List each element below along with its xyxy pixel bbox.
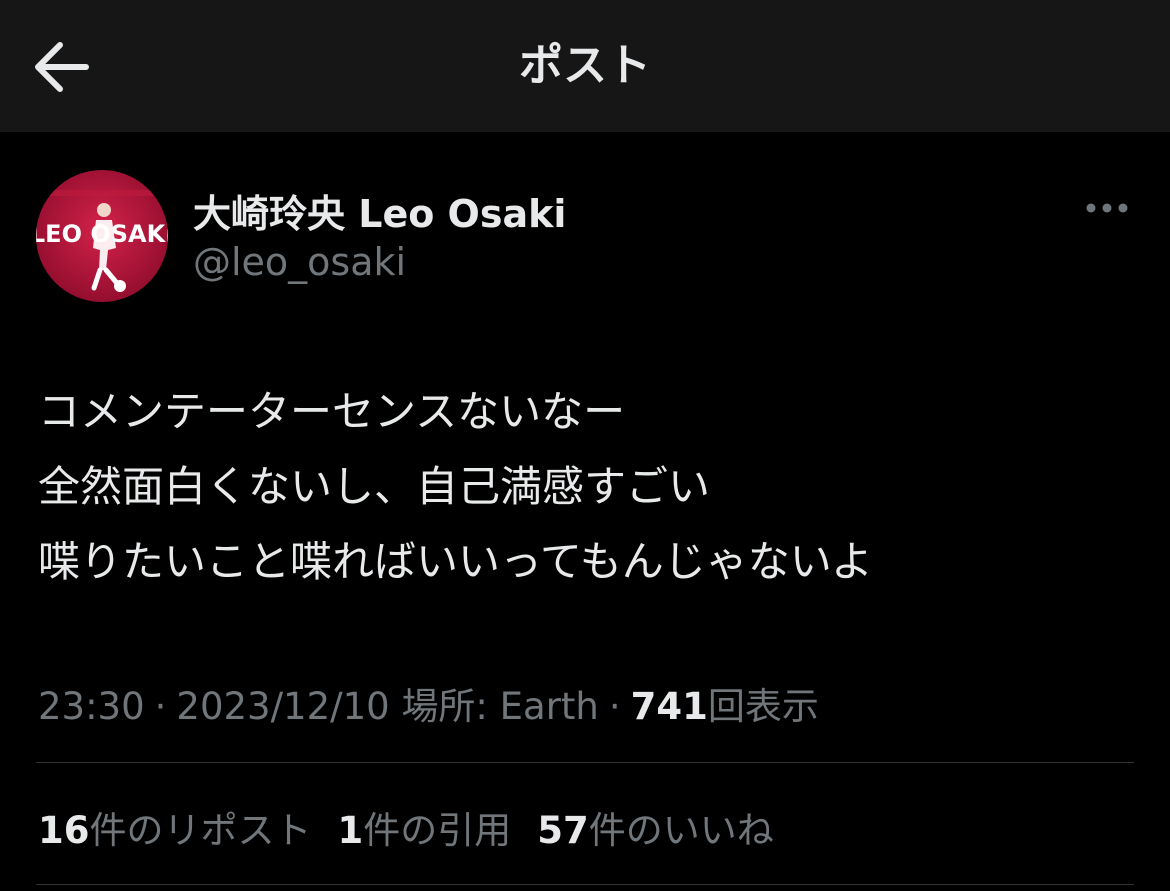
more-options-button[interactable] [1080,192,1136,224]
author-handle[interactable]: @leo_osaki [193,240,406,284]
post-text: コメンテーターセンスないなー 全然面白くないし、自己満感すごい 喋りたいこと喋れ… [38,374,1128,599]
quotes-stat[interactable]: 1件の引用 [338,800,512,854]
post-metadata: 23:30 · 2023/12/10 場所: Earth · 741回表示 [38,676,819,730]
more-horizontal-icon [1080,192,1136,224]
arrow-left-icon [30,38,92,96]
likes-count: 57 [537,809,589,852]
avatar-logo-text: LEO OSAKI [36,220,168,248]
views-count: 741 [630,685,708,728]
post-location[interactable]: 場所: Earth [401,685,598,728]
divider [36,884,1134,885]
post-text-line: 喋りたいこと喋ればいいってもんじゃないよ [38,537,873,586]
author-display-name[interactable]: 大崎玲央 Leo Osaki [193,183,566,238]
quotes-label: 件の引用 [363,809,512,852]
reposts-label: 件のリポスト [89,809,312,852]
reposts-stat[interactable]: 16件のリポスト [38,800,312,854]
post-time[interactable]: 23:30 [38,685,145,728]
top-navigation-bar: ポスト [0,0,1170,132]
engagement-stats: 16件のリポスト 1件の引用 57件のいいね [38,800,800,854]
page-title: ポスト [519,40,651,91]
divider [36,762,1134,763]
post-text-line: コメンテーターセンスないなー [38,387,626,436]
avatar[interactable]: LEO OSAKI [36,170,168,302]
back-button[interactable] [30,38,92,96]
likes-label: 件のいいね [588,809,774,852]
separator-dot: · [154,685,167,728]
post-text-line: 全然面白くないし、自己満感すごい [38,462,711,511]
post-date[interactable]: 2023/12/10 [176,685,389,728]
separator-dot: · [608,685,621,728]
quotes-count: 1 [337,809,364,852]
likes-stat[interactable]: 57件のいいね [537,800,774,854]
views-label: 回表示 [707,685,819,728]
reposts-count: 16 [38,809,90,852]
